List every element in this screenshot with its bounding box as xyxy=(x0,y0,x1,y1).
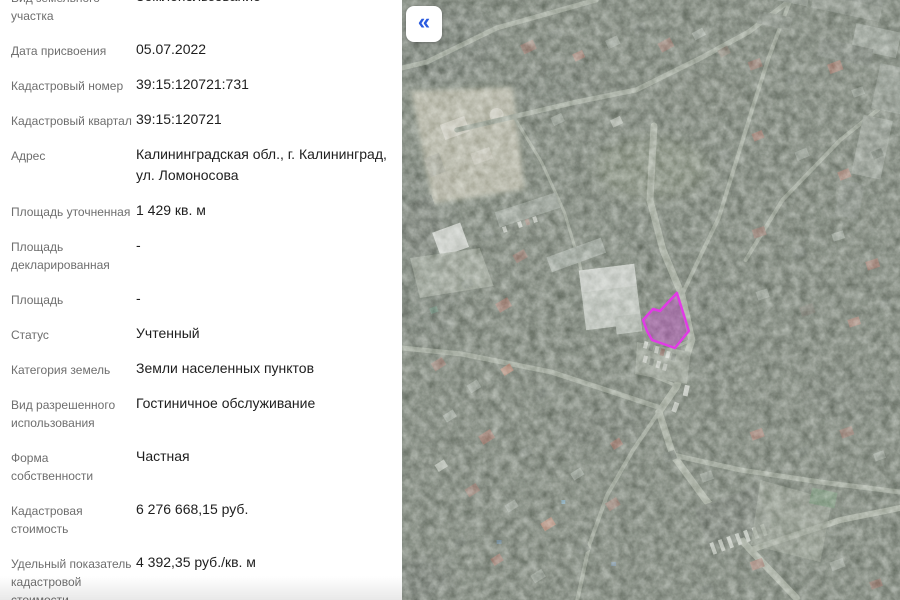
parcel-info-rows: Вид земельного участкаЗемлепользование Д… xyxy=(0,0,402,600)
info-label: Площадь декларированная xyxy=(11,235,133,274)
info-row-land-category: Категория земельЗемли населенных пунктов xyxy=(11,358,402,379)
info-row-address: АдресКалининградская обл., г. Калинингра… xyxy=(11,144,402,186)
info-label: Удельный показатель кадастровой стоимост… xyxy=(11,552,133,600)
info-label: Кадастровый номер xyxy=(11,74,133,95)
info-row-area: Площадь- xyxy=(11,288,402,309)
info-row-date-assigned: Дата присвоения05.07.2022 xyxy=(11,39,402,60)
info-row-area-refined: Площадь уточненная1 429 кв. м xyxy=(11,200,402,221)
info-value: 1 429 кв. м xyxy=(136,200,402,221)
info-value: Земли населенных пунктов xyxy=(136,358,402,379)
info-label: Площадь уточненная xyxy=(11,200,133,221)
info-value: - xyxy=(136,288,402,309)
parcel-info-panel: Вид земельного участкаЗемлепользование Д… xyxy=(0,0,402,600)
info-label: Дата присвоения xyxy=(11,39,133,60)
satellite-imagery xyxy=(402,0,900,600)
info-label: Форма собственности xyxy=(11,446,133,485)
info-value: 4 392,35 руб./кв. м xyxy=(136,552,402,573)
info-value: 39:15:120721 xyxy=(136,109,402,130)
info-value: - xyxy=(136,235,402,256)
info-value: Калининградская обл., г. Калининград, ул… xyxy=(136,144,402,186)
info-row-status: СтатусУчтенный xyxy=(11,323,402,344)
map-terrain xyxy=(402,0,900,600)
info-label: Площадь xyxy=(11,288,133,309)
info-label: Кадастровая стоимость xyxy=(11,499,133,538)
info-row-cadastral-number: Кадастровый номер39:15:120721:731 xyxy=(11,74,402,95)
info-label: Адрес xyxy=(11,144,133,165)
info-row-permitted-use: Вид разрешенного использованияГостинично… xyxy=(11,393,402,432)
info-value: Учтенный xyxy=(136,323,402,344)
cadastre-viewer: Вид земельного участкаЗемлепользование Д… xyxy=(0,0,900,600)
info-label: Кадастровый квартал xyxy=(11,109,133,130)
info-label: Вид разрешенного использования xyxy=(11,393,133,432)
info-row-land-type: Вид земельного участкаЗемлепользование xyxy=(11,0,402,25)
info-row-area-declared: Площадь декларированная- xyxy=(11,235,402,274)
info-value: 39:15:120721:731 xyxy=(136,74,402,95)
info-label: Категория земель xyxy=(11,358,133,379)
info-row-cadastral-quarter: Кадастровый квартал39:15:120721 xyxy=(11,109,402,130)
chevrons-left-icon: « xyxy=(418,11,430,33)
info-value: Частная xyxy=(136,446,402,467)
info-label: Статус xyxy=(11,323,133,344)
collapse-panel-button[interactable]: « xyxy=(406,6,442,42)
info-row-specific-value: Удельный показатель кадастровой стоимост… xyxy=(11,552,402,600)
info-row-ownership-form: Форма собственностиЧастная xyxy=(11,446,402,485)
info-row-cadastral-value: Кадастровая стоимость6 276 668,15 руб. xyxy=(11,499,402,538)
map-container[interactable]: « xyxy=(402,0,900,600)
info-value: 6 276 668,15 руб. xyxy=(136,499,402,520)
info-value: 05.07.2022 xyxy=(136,39,402,60)
info-label: Вид земельного участка xyxy=(11,0,133,25)
info-value: Землепользование xyxy=(136,0,402,7)
info-value: Гостиничное обслуживание xyxy=(136,393,402,414)
